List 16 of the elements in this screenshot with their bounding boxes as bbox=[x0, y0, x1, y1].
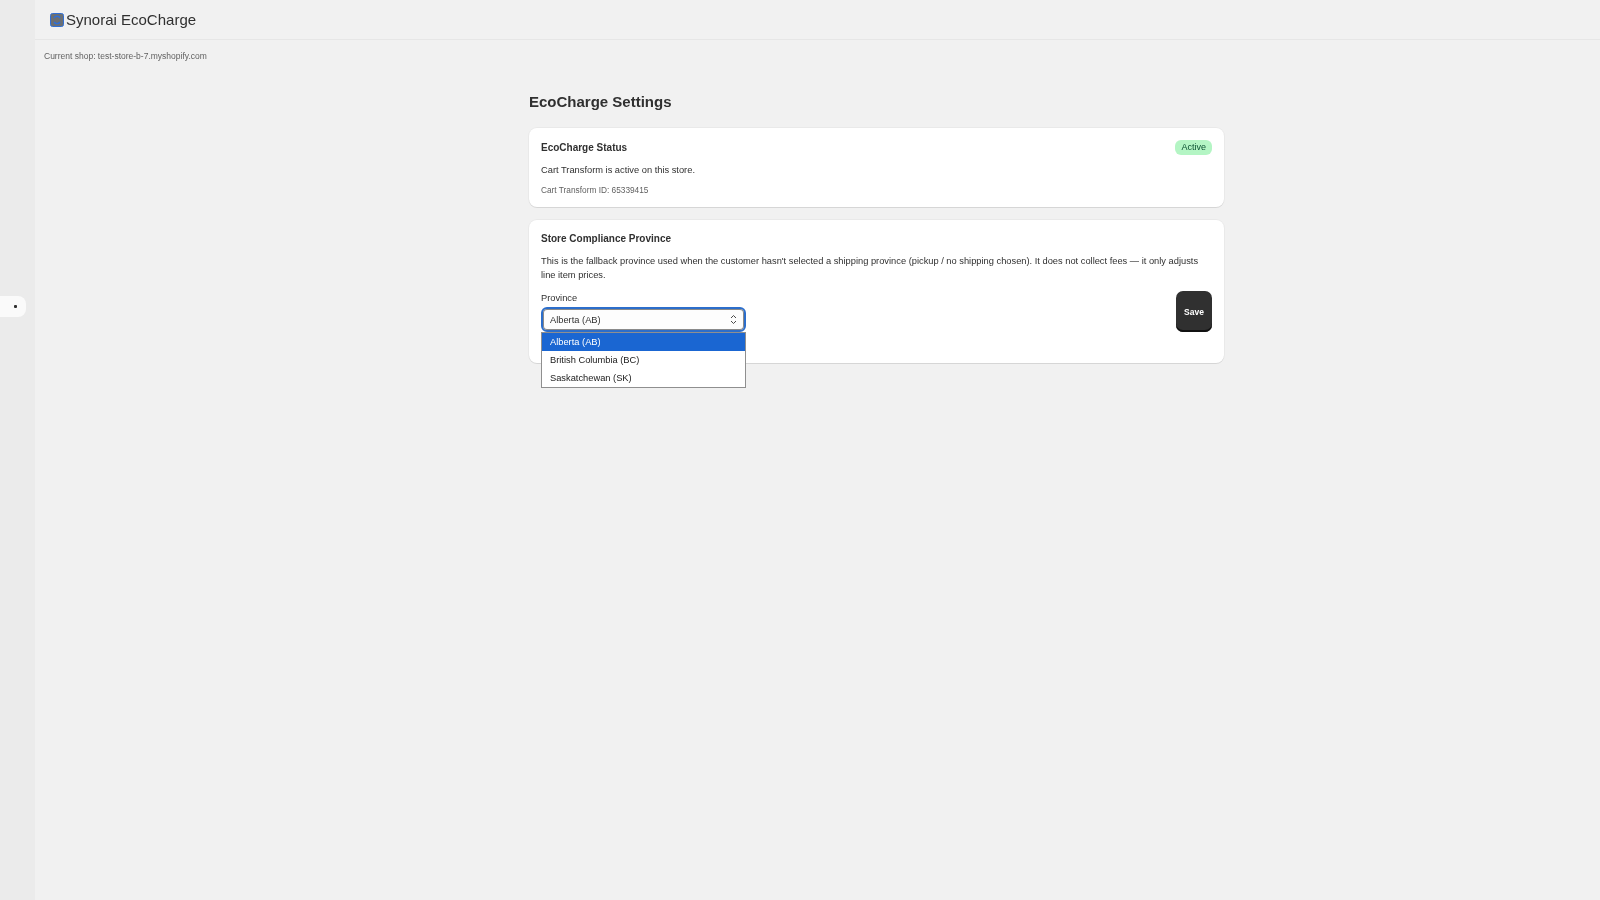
card-title: EcoCharge Status bbox=[541, 140, 628, 155]
description-text: This is the fallback province used when the customer hasn't selected a shipping province (pickup / no shipping chosen). It does not collect fees — it only adjusts line item prices. bbox=[541, 255, 1200, 282]
save-button[interactable]: Save bbox=[1176, 291, 1212, 332]
transform-id-text: Cart Transform ID: 65339415 bbox=[541, 184, 649, 197]
province-select[interactable]: Alberta (AB) bbox=[541, 307, 746, 332]
status-message: Cart Transform is active on this store. bbox=[541, 164, 695, 177]
select-option[interactable]: Alberta (AB) bbox=[542, 333, 745, 351]
current-shop-text: Current shop: test-store-b-7.myshopify.com bbox=[44, 51, 207, 61]
sidebar-toggle-tab[interactable] bbox=[0, 296, 26, 317]
app-title: Synorai EcoCharge bbox=[66, 11, 197, 28]
card-title: Store Compliance Province bbox=[541, 232, 672, 246]
chevron-up-down-icon bbox=[730, 314, 737, 325]
logo-icon bbox=[50, 12, 64, 27]
page-title: EcoCharge Settings bbox=[529, 92, 672, 112]
field-label: Province bbox=[541, 292, 578, 304]
status-badge: Active bbox=[1175, 140, 1212, 155]
